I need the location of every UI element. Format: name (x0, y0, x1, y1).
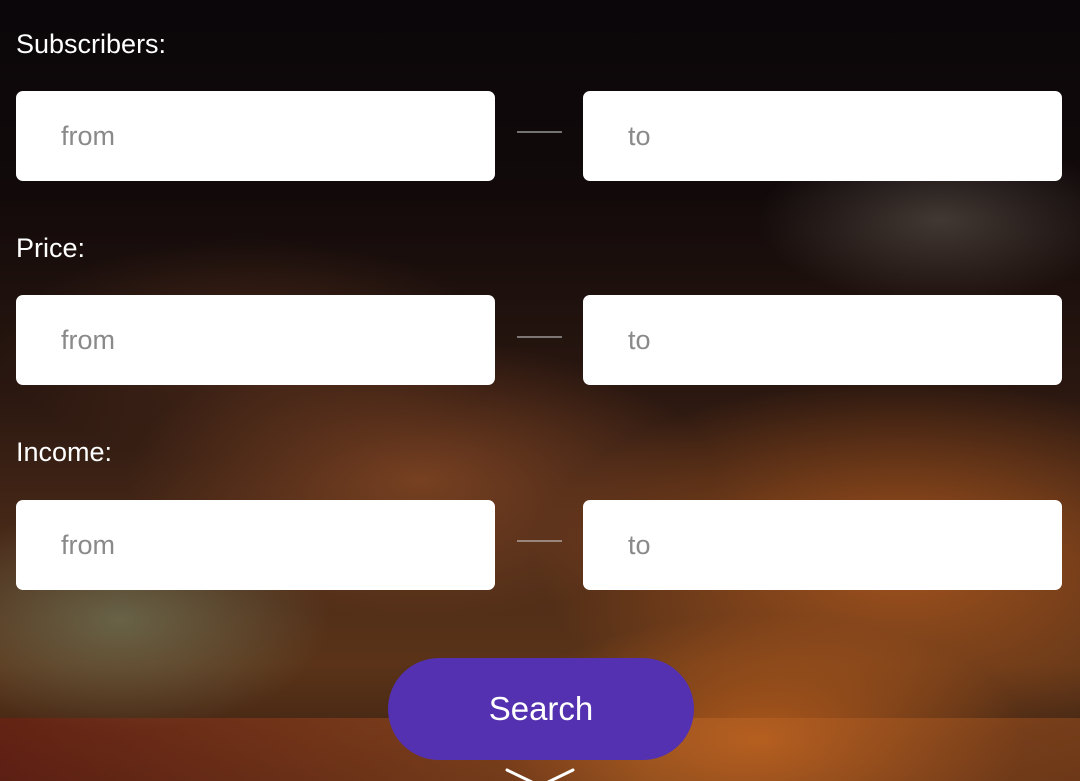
income-from-input[interactable] (16, 500, 495, 590)
price-label: Price: (16, 233, 86, 263)
subscribers-from-input[interactable] (16, 91, 495, 181)
range-separator (517, 540, 562, 542)
price-from-input[interactable] (16, 295, 495, 385)
range-separator (517, 131, 562, 133)
price-to-input[interactable] (583, 295, 1062, 385)
subscribers-to-input[interactable] (583, 91, 1062, 181)
income-label: Income: (16, 437, 113, 467)
chevron-down-icon[interactable] (505, 768, 575, 781)
income-to-input[interactable] (583, 500, 1062, 590)
search-button[interactable]: Search (388, 658, 694, 760)
range-separator (517, 336, 562, 338)
subscribers-label: Subscribers: (16, 29, 167, 59)
